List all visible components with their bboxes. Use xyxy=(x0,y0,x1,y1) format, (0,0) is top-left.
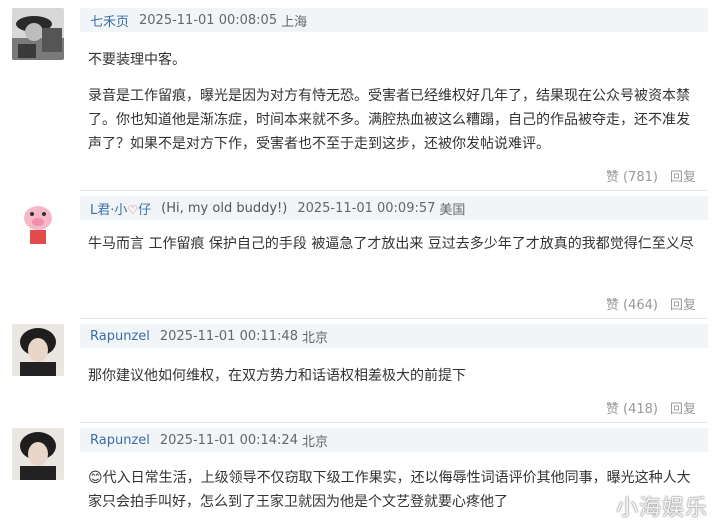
comment-text: 牛马而言 工作留痕 保护自己的手段 被逼急了才放出来 豆过去多少年了才放真的我都… xyxy=(88,236,694,252)
comment-time: 2025-11-01 00:14:24 xyxy=(159,432,298,448)
username-text: L君·小 xyxy=(90,202,128,218)
comment-header: 七禾页 2025-11-01 00:08:05 上海 xyxy=(80,8,708,32)
reply-button[interactable]: 回复 xyxy=(670,294,696,313)
username-suffix: 仔 xyxy=(138,202,152,218)
like-button[interactable]: 赞 (464) xyxy=(606,294,658,313)
like-button[interactable]: 赞 (418) xyxy=(606,398,658,417)
comment-header: Rapunzel 2025-11-01 00:14:24 北京 xyxy=(80,428,708,452)
reply-button[interactable]: 回复 xyxy=(670,166,696,185)
username-link[interactable]: 七禾页 xyxy=(90,11,129,30)
username-link[interactable]: Rapunzel xyxy=(90,329,150,344)
like-button[interactable]: 赞 (781) xyxy=(606,166,658,185)
comment-text: 录音是工作留痕，曝光是因为对方有恃无恐。受害者已经维权好几年了，结果现在公众号被… xyxy=(88,88,690,152)
comment-body: 不要装理中客。 录音是工作留痕，曝光是因为对方有恃无恐。受害者已经维权好几年了，… xyxy=(88,48,700,156)
comment-actions: 赞 (781) 回复 xyxy=(606,166,696,185)
comment-actions: 赞 (464) 回复 xyxy=(606,294,696,313)
divider xyxy=(80,190,708,191)
comment-time: 2025-11-01 00:09:57 xyxy=(297,200,436,216)
comment-location: 北京 xyxy=(301,434,328,450)
comment-location: 北京 xyxy=(301,330,328,346)
comment-actions: 赞 (418) 回复 xyxy=(606,398,696,417)
divider xyxy=(80,318,708,319)
comment-text: 😊代入日常生活，上级领导不仅窃取下级工作果实，还以侮辱性词语评价其他同事，曝光这… xyxy=(88,470,691,510)
comment-time: 2025-11-01 00:11:48 xyxy=(159,328,298,344)
comment-location: 美国 xyxy=(439,202,466,218)
avatar[interactable] xyxy=(12,8,64,60)
comment-location: 上海 xyxy=(281,14,308,30)
comment-header: Rapunzel 2025-11-01 00:11:48 北京 xyxy=(80,324,708,348)
comment-body: 😊代入日常生活，上级领导不仅窃取下级工作果实，还以侮辱性词语评价其他同事，曝光这… xyxy=(88,466,700,514)
comment-body: 牛马而言 工作留痕 保护自己的手段 被逼急了才放出来 豆过去多少年了才放真的我都… xyxy=(88,232,700,256)
comment-text: 那你建议他如何维权，在双方势力和话语权相差极大的前提下 xyxy=(88,368,466,384)
username-link[interactable]: L君·小♡仔 xyxy=(90,199,151,218)
comment-time: 2025-11-01 00:08:05 xyxy=(139,12,278,28)
comment-body: 那你建议他如何维权，在双方势力和话语权相差极大的前提下 xyxy=(88,364,700,388)
user-tagline: (Hi, my old buddy!) xyxy=(161,200,288,216)
watermark: 小海娱乐 xyxy=(615,496,708,521)
username-link[interactable]: Rapunzel xyxy=(90,433,150,448)
reply-button[interactable]: 回复 xyxy=(670,398,696,417)
divider xyxy=(80,422,708,423)
avatar[interactable] xyxy=(12,428,64,480)
avatar[interactable] xyxy=(12,324,64,376)
comment-text: 不要装理中客。 xyxy=(88,52,186,68)
heart-icon: ♡ xyxy=(127,202,139,217)
avatar[interactable] xyxy=(12,196,64,248)
comment-header: L君·小♡仔 (Hi, my old buddy!) 2025-11-01 00… xyxy=(80,196,708,220)
